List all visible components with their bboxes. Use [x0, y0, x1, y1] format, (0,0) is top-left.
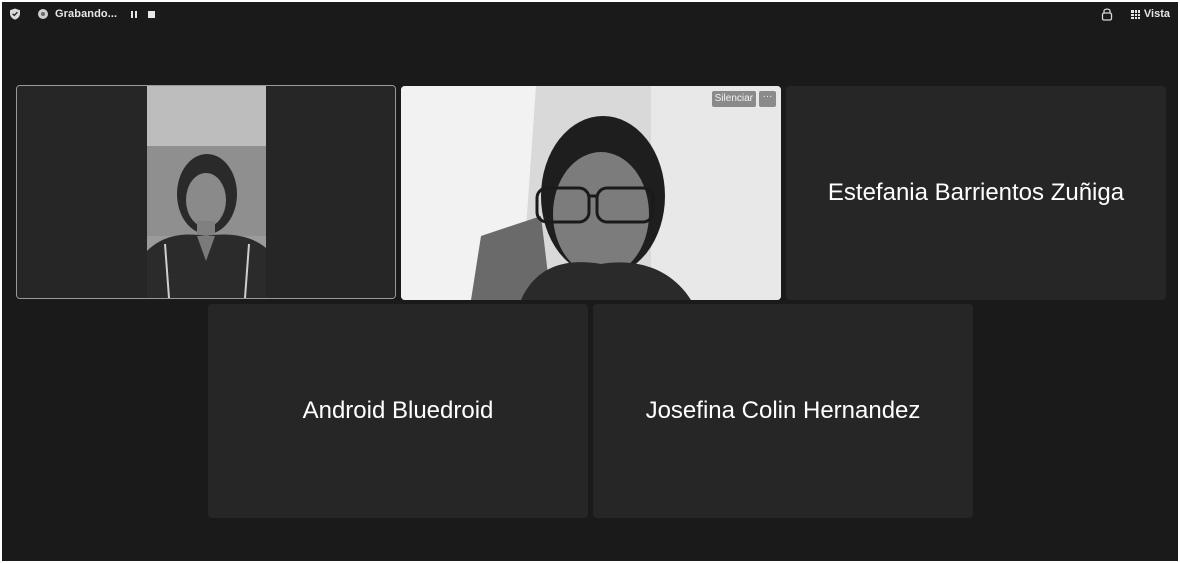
shield-icon[interactable]: [9, 8, 21, 20]
participant-tile-4[interactable]: Android Bluedroid: [208, 304, 588, 518]
pause-recording-icon[interactable]: [131, 10, 138, 18]
participant-name: Android Bluedroid: [302, 397, 494, 424]
more-options-button[interactable]: ···: [759, 91, 776, 107]
lock-icon[interactable]: [1101, 7, 1113, 21]
stop-recording-icon[interactable]: [148, 10, 156, 18]
participant-video-tile-2[interactable]: Silenciar ···: [401, 86, 781, 300]
meeting-window: Grabando... Vista Silenciar ··· Estefani…: [2, 2, 1178, 561]
participant-video: [17, 86, 395, 298]
mute-button[interactable]: Silenciar: [711, 91, 756, 107]
recording-controls: Grabando...: [9, 8, 156, 20]
participant-name: Estefania Barrientos Zuñiga: [827, 179, 1125, 206]
participant-name: Josefina Colin Hernandez: [645, 397, 921, 424]
recording-label: Grabando...: [55, 8, 118, 20]
view-controls: Vista: [1101, 7, 1170, 21]
view-button[interactable]: Vista: [1130, 8, 1170, 20]
participant-tile-3[interactable]: Estefania Barrientos Zuñiga: [786, 86, 1166, 300]
recording-icon: [38, 9, 48, 19]
view-label: Vista: [1143, 8, 1170, 20]
participant-video-tile-1[interactable]: [16, 85, 396, 299]
grid-icon: [1130, 9, 1140, 19]
participant-tile-5[interactable]: Josefina Colin Hernandez: [593, 304, 973, 518]
participant-video: [401, 86, 781, 300]
participant-actions: Silenciar ···: [711, 91, 776, 107]
top-bar: Grabando... Vista: [2, 2, 1178, 28]
